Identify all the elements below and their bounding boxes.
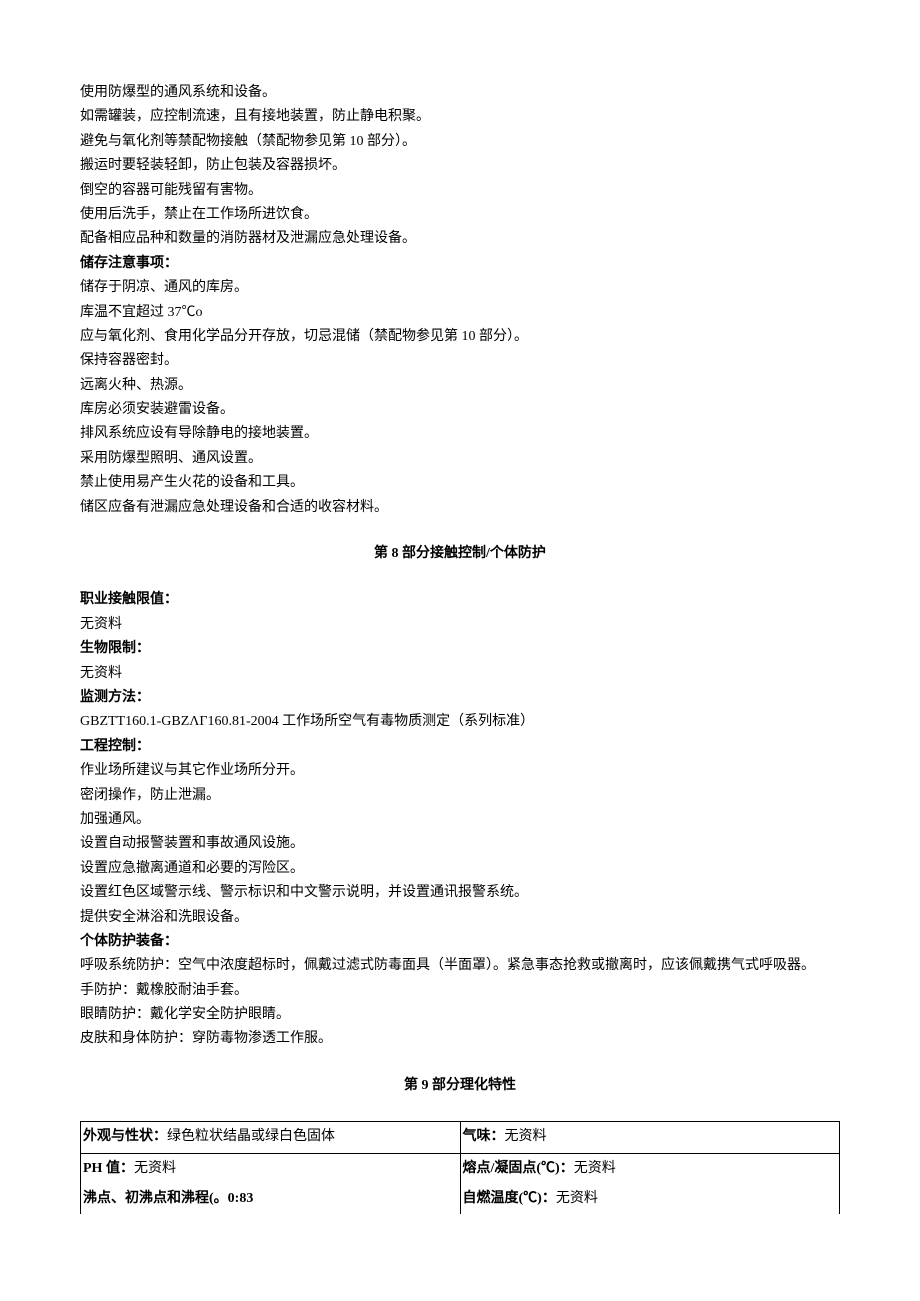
handling-line: 使用防爆型的通风系统和设备。 <box>80 82 840 104</box>
engctrl-block: 作业场所建议与其它作业场所分开。 密闭操作，防止泄漏。 加强通风。 设置自动报警… <box>80 760 840 929</box>
cell-value: 无资料 <box>556 1191 598 1206</box>
cell-value: 无资料 <box>574 1161 616 1176</box>
cell-label: 外观与性状： <box>83 1129 167 1144</box>
engctrl-line: 设置自动报警装置和事故通风设施。 <box>80 833 840 855</box>
ppe-label: 个体防护装备： <box>80 931 840 953</box>
biolimit-value: 无资料 <box>80 663 840 685</box>
handling-line: 使用后洗手，禁止在工作场所进饮食。 <box>80 204 840 226</box>
engctrl-label: 工程控制： <box>80 736 840 758</box>
cell-value: 无资料 <box>505 1129 547 1144</box>
ppe-line: 眼睛防护：戴化学安全防护眼睛。 <box>80 1004 840 1026</box>
engctrl-line: 作业场所建议与其它作业场所分开。 <box>80 760 840 782</box>
cell-value: 绿色粒状结晶或绿白色固体 <box>167 1129 335 1144</box>
properties-table: 外观与性状：绿色粒状结晶或绿白色固体 气味：无资料 PH 值：无资料 熔点/凝固… <box>80 1121 840 1214</box>
handling-line: 配备相应品种和数量的消防器材及泄漏应急处理设备。 <box>80 228 840 250</box>
engctrl-line: 设置应急撤离通道和必要的泻险区。 <box>80 858 840 880</box>
storage-block: 储存于阴凉、通风的库房。 库温不宜超过 37℃o 应与氧化剂、食用化学品分开存放… <box>80 277 840 519</box>
handling-line: 如需罐装，应控制流速，且有接地装置，防止静电积聚。 <box>80 106 840 128</box>
handling-block: 使用防爆型的通风系统和设备。 如需罐装，应控制流速，且有接地装置，防止静电积聚。… <box>80 82 840 251</box>
storage-line: 储存于阴凉、通风的库房。 <box>80 277 840 299</box>
oexp-label: 职业接触限值： <box>80 589 840 611</box>
engctrl-line: 密闭操作，防止泄漏。 <box>80 785 840 807</box>
engctrl-line: 设置红色区域警示线、警示标识和中文警示说明，并设置通讯报警系统。 <box>80 882 840 904</box>
ppe-line: 手防护：戴橡胶耐油手套。 <box>80 980 840 1002</box>
cell-label: 自燃温度(℃)： <box>463 1191 556 1206</box>
cell-label: PH 值： <box>83 1161 134 1176</box>
storage-line: 远离火种、热源。 <box>80 375 840 397</box>
cell-value: 无资料 <box>134 1161 176 1176</box>
monitor-value: GBZTT160.1-GBZΛГ160.81-2004 工作场所空气有毒物质测定… <box>80 711 840 733</box>
ppe-block: 呼吸系统防护：空气中浓度超标时，佩戴过滤式防毒面具（半面罩）。紧急事态抢救或撤离… <box>80 955 840 1051</box>
handling-line: 搬运时要轻装轻卸，防止包装及容器损坏。 <box>80 155 840 177</box>
storage-line: 库房必须安装避雷设备。 <box>80 399 840 421</box>
section8-title: 第 8 部分接触控制/个体防护 <box>80 543 840 565</box>
storage-heading: 储存注意事项： <box>80 253 840 275</box>
handling-line: 倒空的容器可能残留有害物。 <box>80 180 840 202</box>
monitor-label: 监测方法： <box>80 687 840 709</box>
storage-line: 保持容器密封。 <box>80 350 840 372</box>
storage-line: 采用防爆型照明、通风设置。 <box>80 448 840 470</box>
engctrl-line: 加强通风。 <box>80 809 840 831</box>
ppe-line: 皮肤和身体防护：穿防毒物渗透工作服。 <box>80 1028 840 1050</box>
section9-title: 第 9 部分理化特性 <box>80 1075 840 1097</box>
ppe-line: 呼吸系统防护：空气中浓度超标时，佩戴过滤式防毒面具（半面罩）。紧急事态抢救或撤离… <box>80 955 840 977</box>
storage-line: 禁止使用易产生火花的设备和工具。 <box>80 472 840 494</box>
storage-line: 应与氧化剂、食用化学品分开存放，切忌混储（禁配物参见第 10 部分）。 <box>80 326 840 348</box>
biolimit-label: 生物限制： <box>80 638 840 660</box>
storage-line: 排风系统应设有导除静电的接地装置。 <box>80 423 840 445</box>
table-row: 沸点、初沸点和沸程(。0:83 自燃温度(℃)：无资料 <box>81 1184 840 1214</box>
handling-line: 避免与氧化剂等禁配物接触（禁配物参见第 10 部分）。 <box>80 131 840 153</box>
cell-label: 熔点/凝固点(℃)： <box>463 1161 574 1176</box>
storage-line: 储区应备有泄漏应急处理设备和合适的收容材料。 <box>80 497 840 519</box>
table-row: PH 值：无资料 熔点/凝固点(℃)：无资料 <box>81 1153 840 1184</box>
oexp-value: 无资料 <box>80 614 840 636</box>
cell-label: 沸点、初沸点和沸程(。0:83 <box>83 1191 253 1206</box>
storage-line: 库温不宜超过 37℃o <box>80 302 840 324</box>
engctrl-line: 提供安全淋浴和洗眼设备。 <box>80 907 840 929</box>
table-row: 外观与性状：绿色粒状结晶或绿白色固体 气味：无资料 <box>81 1122 840 1153</box>
cell-label: 气味： <box>463 1129 505 1144</box>
page-content: 使用防爆型的通风系统和设备。 如需罐装，应控制流速，且有接地装置，防止静电积聚。… <box>0 0 920 1254</box>
